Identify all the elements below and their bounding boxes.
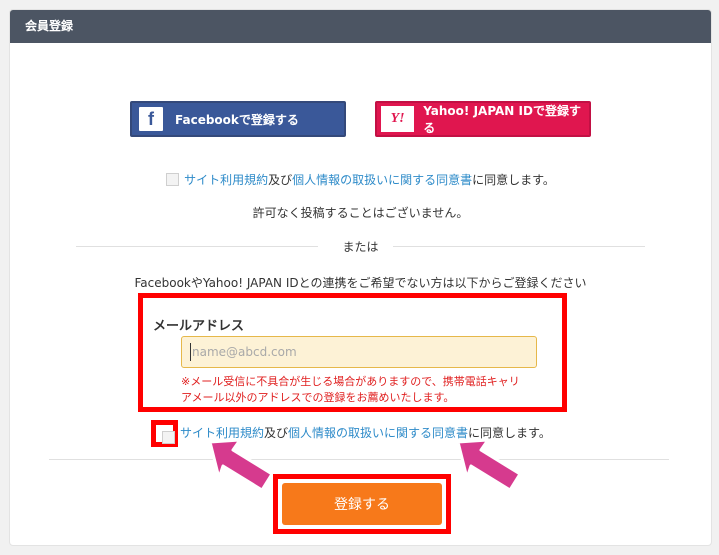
terms-link-top[interactable]: サイト利用規約	[184, 173, 268, 187]
posting-note: 許可なく投稿することはございません。	[252, 206, 469, 220]
alt-instruction: FacebookやYahoo! JAPAN IDとの連携をご希望でない方は以下か…	[134, 276, 587, 290]
checkbox-highlight-box	[151, 420, 178, 447]
agree-suffix-top: に同意します。	[472, 173, 555, 187]
pointer-arrow-icon-right	[456, 438, 522, 492]
privacy-link-bottom[interactable]: 個人情報の取扱いに関する同意書	[288, 426, 468, 440]
registration-panel: 会員登録 f Facebookで登録する Y! Yahoo! JAPAN IDで…	[9, 9, 712, 546]
yahoo-register-label: Yahoo! JAPAN IDで登録する	[423, 104, 581, 135]
agreement-top: サイト利用規約及び個人情報の取扱いに関する同意書に同意します。	[10, 171, 711, 188]
page-title: 会員登録	[10, 10, 711, 43]
agree-checkbox-bottom[interactable]	[162, 431, 175, 444]
pointer-arrow-icon-left	[208, 438, 274, 492]
and-text-top: 及び	[268, 173, 293, 187]
divider-bottom	[49, 459, 669, 460]
divider-right	[393, 246, 645, 247]
text-caret	[190, 343, 191, 361]
email-input[interactable]	[181, 336, 537, 368]
email-warning: ※メール受信に不具合が生じる場合がありますので、携帯電話キャリ アメール以外のア…	[181, 374, 551, 406]
yahoo-register-button[interactable]: Y! Yahoo! JAPAN IDで登録する	[375, 101, 591, 137]
yahoo-icon: Y!	[381, 106, 415, 132]
facebook-icon: f	[139, 107, 163, 131]
register-submit-button[interactable]: 登録する	[282, 483, 442, 525]
facebook-register-button[interactable]: f Facebookで登録する	[130, 101, 346, 137]
facebook-register-label: Facebookで登録する	[175, 112, 299, 127]
agree-checkbox-top[interactable]	[166, 173, 180, 186]
email-warning-line2: アメール以外のアドレスでの登録をお薦めいたします。	[181, 391, 455, 404]
email-label: メールアドレス	[153, 319, 245, 334]
privacy-link-top[interactable]: 個人情報の取扱いに関する同意書	[292, 173, 472, 187]
email-warning-line1: ※メール受信に不具合が生じる場合がありますので、携帯電話キャリ	[181, 375, 520, 388]
